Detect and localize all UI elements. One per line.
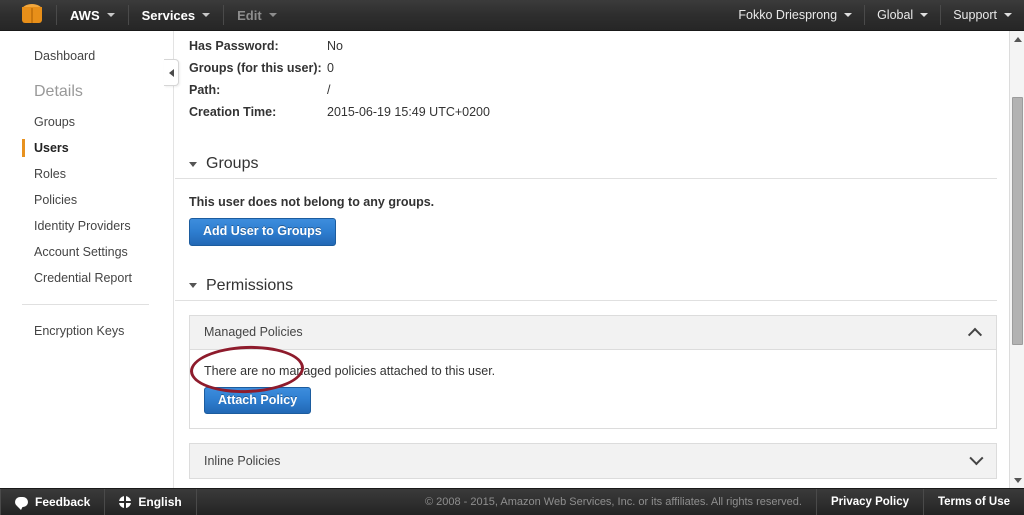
- terms-of-use-link[interactable]: Terms of Use: [924, 496, 1024, 508]
- attach-policy-button[interactable]: Attach Policy: [204, 386, 312, 414]
- groups-empty-note: This user does not belong to any groups.: [189, 195, 435, 209]
- triangle-up-icon: [1013, 36, 1022, 42]
- sidebar-collapse-button[interactable]: [164, 59, 179, 86]
- inline-policies-title: Inline Policies: [204, 454, 281, 468]
- footer-bar: Feedback English © 2008 - 2015, Amazon W…: [0, 488, 1024, 515]
- chevron-up-icon[interactable]: [967, 327, 983, 342]
- inline-policies-panel: Inline Policies: [189, 443, 997, 479]
- detail-row: Has Password: No: [175, 35, 1009, 57]
- detail-value: No: [327, 39, 343, 53]
- chevron-down-icon: [844, 13, 853, 17]
- account-name-label: Fokko Driesprong: [738, 8, 838, 22]
- sidebar-item-credential-report[interactable]: Credential Report: [0, 265, 173, 291]
- nav-item-aws[interactable]: AWS: [57, 0, 128, 31]
- sidebar-item-users[interactable]: Users: [0, 135, 173, 161]
- add-user-to-groups-button[interactable]: Add User to Groups: [189, 218, 336, 246]
- vertical-scrollbar[interactable]: [1009, 31, 1024, 488]
- managed-policies-title: Managed Policies: [204, 325, 303, 339]
- triangle-down-icon: [189, 283, 197, 288]
- sidebar-item-groups[interactable]: Groups: [0, 109, 173, 135]
- sidebar-item-policies[interactable]: Policies: [0, 187, 173, 213]
- permissions-section: Permissions Managed Policies There are n…: [175, 277, 1009, 479]
- aws-iam-console: AWS Services Edit Fokko Driesprong Globa…: [0, 0, 1024, 515]
- detail-row: Creation Time: 2015-06-19 15:49 UTC+0200: [175, 101, 1009, 123]
- sidebar-item-dashboard[interactable]: Dashboard: [0, 43, 173, 69]
- copyright-text: © 2008 - 2015, Amazon Web Services, Inc.…: [424, 496, 802, 508]
- nav-item-services-label: Services: [141, 7, 196, 23]
- managed-policies-body: There are no managed policies attached t…: [190, 349, 996, 428]
- detail-row: Path: /: [175, 79, 1009, 101]
- sidebar-section-details: Details: [34, 83, 83, 100]
- support-label: Support: [953, 8, 997, 22]
- chevron-down-icon[interactable]: [969, 451, 984, 466]
- sidebar-item-account-settings[interactable]: Account Settings: [0, 239, 173, 265]
- nav-item-aws-label: AWS: [70, 7, 100, 23]
- chevron-down-icon: [268, 13, 277, 17]
- detail-label: Creation Time:: [189, 105, 277, 119]
- speech-bubble-icon: [15, 497, 28, 510]
- managed-policies-empty-note: There are no managed policies attached t…: [204, 363, 496, 378]
- triangle-down-icon: [1013, 477, 1022, 483]
- groups-section-header[interactable]: Groups: [175, 155, 997, 179]
- chevron-down-icon: [202, 13, 211, 17]
- sidebar-divider: [22, 304, 149, 305]
- chevron-down-icon: [106, 13, 115, 17]
- footer-divider: [195, 488, 197, 515]
- permissions-section-header[interactable]: Permissions: [175, 277, 997, 301]
- nav-item-region[interactable]: Global: [865, 0, 940, 31]
- nav-item-account[interactable]: Fokko Driesprong: [726, 0, 864, 31]
- sidebar-item-encryption-keys[interactable]: Encryption Keys: [0, 318, 173, 344]
- scroll-up-button[interactable]: [1010, 31, 1024, 47]
- user-details-list: Has Password: No Groups (for this user):…: [175, 31, 1009, 123]
- scrollbar-thumb[interactable]: [1012, 97, 1023, 345]
- detail-value: 0: [327, 61, 334, 75]
- detail-label: Has Password:: [189, 39, 279, 53]
- language-button[interactable]: English: [105, 489, 195, 515]
- globe-icon: [119, 496, 132, 508]
- top-navigation-bar: AWS Services Edit Fokko Driesprong Globa…: [0, 0, 1024, 31]
- scroll-down-button[interactable]: [1010, 472, 1024, 488]
- chevron-down-icon: [920, 13, 929, 17]
- detail-value: /: [327, 83, 331, 97]
- permissions-section-title: Permissions: [206, 276, 294, 294]
- aws-cube-logo-icon[interactable]: [22, 4, 42, 26]
- sidebar: Dashboard Details Groups Users Roles Pol…: [0, 31, 174, 488]
- nav-item-edit[interactable]: Edit: [224, 0, 290, 31]
- region-label: Global: [877, 8, 914, 22]
- language-label: English: [138, 495, 182, 509]
- sidebar-item-roles[interactable]: Roles: [0, 161, 173, 187]
- nav-item-services[interactable]: Services: [129, 0, 224, 31]
- detail-label: Groups (for this user):: [189, 61, 322, 75]
- feedback-label: Feedback: [35, 495, 91, 509]
- triangle-down-icon: [189, 161, 197, 167]
- nav-item-edit-label: Edit: [237, 7, 262, 23]
- detail-value: 2015-06-19 15:49 UTC+0200: [327, 105, 490, 119]
- detail-label: Path:: [189, 83, 221, 97]
- groups-section: Groups This user does not belong to any …: [175, 155, 1009, 246]
- chevron-down-icon: [1004, 13, 1012, 17]
- feedback-button[interactable]: Feedback: [1, 489, 104, 515]
- privacy-policy-link[interactable]: Privacy Policy: [817, 496, 923, 508]
- groups-section-title: Groups: [206, 155, 259, 172]
- managed-policies-panel: Managed Policies There are no managed po…: [189, 314, 997, 429]
- detail-row: Groups (for this user): 0: [175, 57, 1009, 79]
- chevron-left-icon: [168, 68, 174, 77]
- nav-item-support[interactable]: Support: [941, 0, 1024, 31]
- sidebar-item-identity-providers[interactable]: Identity Providers: [0, 213, 173, 239]
- managed-policies-header[interactable]: Managed Policies: [190, 315, 996, 350]
- inline-policies-header[interactable]: Inline Policies: [190, 444, 996, 478]
- main-content: Has Password: No Groups (for this user):…: [175, 31, 1009, 488]
